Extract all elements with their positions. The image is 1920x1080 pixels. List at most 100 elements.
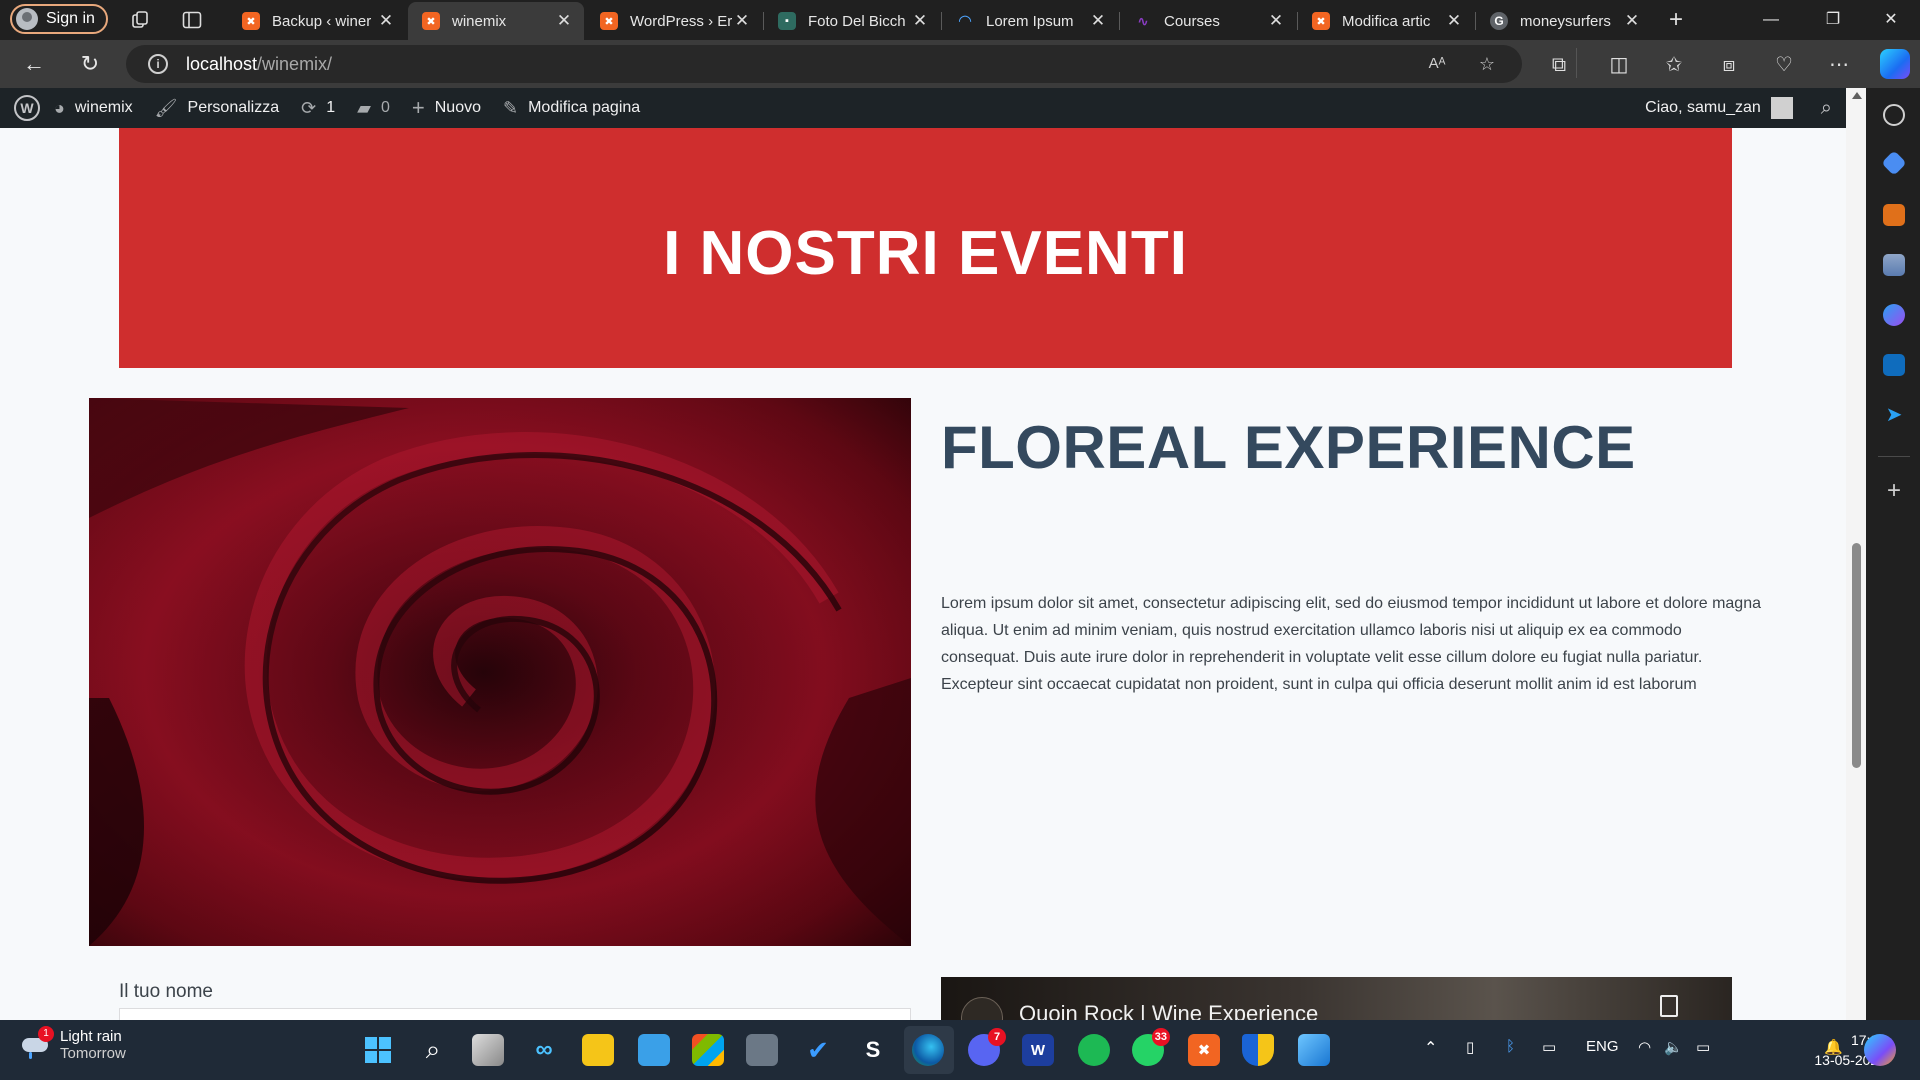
input-language[interactable]: ENG [1586, 1038, 1619, 1055]
favorite-star-icon[interactable]: ☆ [1476, 53, 1498, 75]
scroll-up-arrow-icon[interactable] [1852, 92, 1862, 99]
copilot-icon[interactable] [1880, 49, 1910, 79]
security-shield-icon[interactable] [1242, 1034, 1274, 1066]
edge-browser-icon[interactable] [912, 1034, 944, 1066]
refresh-icon[interactable]: ↻ [76, 50, 104, 78]
favorites-icon[interactable]: ✩ [1661, 52, 1687, 78]
xampp-icon: ✖ [1312, 12, 1330, 30]
todo-check-icon[interactable]: ✔ [802, 1034, 834, 1066]
file-explorer-icon[interactable] [582, 1034, 614, 1066]
outlook-icon[interactable] [1883, 354, 1905, 376]
tools-briefcase-icon[interactable] [1883, 204, 1905, 226]
weather-widget[interactable]: 1 Light rain Tomorrow [20, 1026, 126, 1062]
volume-icon[interactable]: 🔈 [1664, 1038, 1683, 1056]
close-tab-icon[interactable]: ✕ [1444, 11, 1464, 31]
tab-foto-bicchieri[interactable]: ▪ Foto Del Bicch ✕ [764, 2, 940, 40]
close-tab-icon[interactable]: ✕ [376, 11, 396, 31]
restore-icon[interactable]: ❐ [1810, 6, 1856, 34]
toolbar-separator [1576, 48, 1577, 78]
copy-link-icon[interactable] [1660, 995, 1678, 1017]
tab-backup[interactable]: ✖ Backup ‹ winer ✕ [228, 2, 406, 40]
tab-moneysurfers[interactable]: G moneysurfers ✕ [1476, 2, 1652, 40]
updates-icon: ⟳ [301, 97, 317, 118]
tab-wordpress[interactable]: ✖ WordPress › Er ✕ [586, 2, 762, 40]
page-scrollbar[interactable] [1846, 88, 1866, 1020]
copilot-sidebar-icon[interactable] [1883, 304, 1905, 326]
webex-icon[interactable]: W [1022, 1034, 1054, 1066]
whatsapp-icon[interactable]: 33 [1132, 1028, 1170, 1066]
new-tab-icon[interactable]: + [1664, 6, 1688, 33]
close-tab-icon[interactable]: ✕ [1088, 11, 1108, 31]
tab-winemix[interactable]: ✖ winemix ✕ [408, 2, 584, 40]
scrollbar-thumb[interactable] [1852, 543, 1861, 768]
close-tab-icon[interactable]: ✕ [1266, 11, 1286, 31]
xampp-icon: ✖ [600, 12, 618, 30]
tab-modifica-articolo[interactable]: ✖ Modifica artic ✕ [1298, 2, 1474, 40]
video-title[interactable]: Quoin Rock | Wine Experience [1019, 1001, 1318, 1020]
browser-essentials-icon[interactable]: ♡ [1771, 52, 1797, 78]
start-windows-icon[interactable] [362, 1034, 394, 1066]
url-text[interactable]: localhost/winemix/ [186, 54, 332, 75]
close-tab-icon[interactable]: ✕ [554, 11, 574, 31]
admin-bar-greeting[interactable]: Ciao, samu_zan [1645, 99, 1761, 117]
usb-device-icon[interactable]: ▯ [1466, 1038, 1474, 1056]
embedded-video[interactable]: Quoin Rock | Wine Experience [941, 977, 1732, 1020]
close-tab-icon[interactable]: ✕ [910, 11, 930, 31]
add-sidebar-app-icon[interactable]: + [1883, 479, 1905, 503]
user-avatar[interactable] [1770, 97, 1793, 119]
task-view-icon[interactable] [472, 1034, 504, 1066]
wordpress-logo-icon[interactable]: W [14, 95, 40, 121]
search-icon[interactable] [1883, 104, 1905, 126]
microsoft-store-icon[interactable] [692, 1034, 724, 1066]
wifi-icon[interactable]: ◠ [1638, 1038, 1651, 1056]
close-window-icon[interactable]: ✕ [1868, 6, 1914, 34]
tab-lorem-ipsum[interactable]: ◠ Lorem Ipsum ✕ [942, 2, 1118, 40]
admin-bar-comments[interactable]: ▰ 0 [357, 98, 390, 119]
read-aloud-icon[interactable]: Aᴬ [1426, 53, 1448, 75]
sidebar-separator [1878, 456, 1910, 457]
sign-in-label: Sign in [46, 10, 95, 27]
admin-bar-updates[interactable]: ⟳ 1 [301, 98, 335, 119]
calculator-icon[interactable] [746, 1034, 778, 1066]
tab-title: Modifica artic [1342, 12, 1431, 30]
close-tab-icon[interactable]: ✕ [732, 11, 752, 31]
xampp-icon[interactable]: ✖ [1188, 1034, 1220, 1066]
workspaces-icon[interactable] [128, 8, 152, 32]
admin-bar-customize[interactable]: 🖌 Personalizza [155, 98, 279, 119]
extensions-icon[interactable]: ⧉ [1546, 52, 1572, 78]
site-info-icon[interactable]: i [148, 54, 168, 74]
collections-icon[interactable]: ⧈ [1716, 52, 1742, 78]
address-bar[interactable]: i localhost/winemix/ Aᴬ ☆ [126, 45, 1522, 83]
capcut-icon[interactable]: S [857, 1034, 889, 1066]
notification-bell-icon[interactable]: 🔔 [1824, 1038, 1843, 1056]
send-arrow-icon[interactable]: ➤ [1883, 404, 1905, 426]
shopping-tag-icon[interactable] [1881, 150, 1907, 176]
battery-icon[interactable]: ▭ [1696, 1038, 1710, 1056]
back-arrow-icon[interactable]: ← [20, 50, 48, 78]
sign-in-button[interactable]: Sign in [10, 4, 108, 34]
split-screen-icon[interactable]: ◫ [1606, 52, 1632, 78]
channel-logo-icon[interactable] [961, 997, 1003, 1020]
copilot-pre-icon[interactable] [1864, 1034, 1896, 1066]
discord-icon[interactable]: 7 [968, 1028, 1006, 1066]
show-hidden-icons-chevron-icon[interactable]: ⌃ [1424, 1038, 1437, 1058]
name-input[interactable] [119, 1008, 911, 1020]
tab-title: Backup ‹ winer [272, 12, 372, 30]
admin-bar-site-name[interactable]: ◕ winemix [54, 98, 133, 119]
copilot-infinity-icon[interactable]: ∞ [528, 1034, 560, 1066]
close-tab-icon[interactable]: ✕ [1622, 11, 1642, 31]
minimize-icon[interactable]: — [1748, 6, 1794, 34]
spotify-icon[interactable] [1078, 1034, 1110, 1066]
vertical-tabs-icon[interactable] [180, 8, 204, 32]
games-icon[interactable] [1883, 254, 1905, 276]
admin-bar-new[interactable]: + Nuovo [412, 95, 481, 121]
more-options-icon[interactable]: ⋯ [1826, 52, 1852, 78]
bluetooth-icon[interactable]: ᛒ [1506, 1038, 1515, 1055]
tab-courses[interactable]: ∿ Courses ✕ [1120, 2, 1296, 40]
search-icon[interactable]: ⌕ [1821, 97, 1832, 120]
photos-icon[interactable] [1298, 1034, 1330, 1066]
display-icon[interactable]: ▭ [1542, 1038, 1556, 1056]
admin-bar-edit-page[interactable]: ✎ Modifica pagina [503, 98, 640, 119]
search-icon[interactable]: ⌕ [417, 1034, 449, 1066]
notepad-icon[interactable] [638, 1034, 670, 1066]
